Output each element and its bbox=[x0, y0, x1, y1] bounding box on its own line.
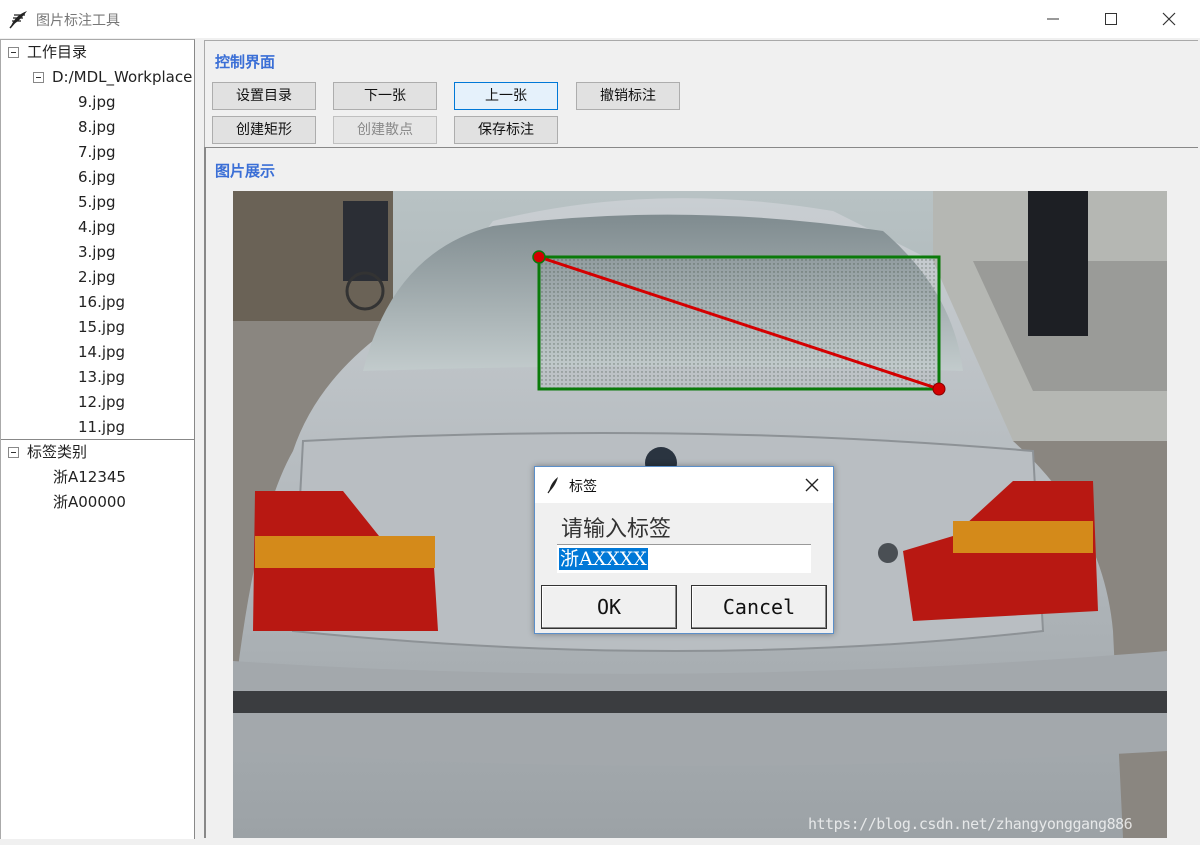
dialog-title: 标签 bbox=[569, 479, 597, 495]
file-item[interactable]: 3.jpg bbox=[78, 241, 116, 263]
file-item[interactable]: 13.jpg bbox=[78, 366, 125, 388]
tree-node-workdir[interactable]: 工作目录 bbox=[8, 41, 87, 63]
dialog-prompt: 请输入标签 bbox=[561, 517, 672, 542]
close-button[interactable] bbox=[1140, 0, 1198, 38]
close-icon bbox=[1162, 12, 1176, 26]
cancel-button[interactable]: Cancel bbox=[691, 585, 827, 629]
maximize-icon bbox=[1105, 13, 1117, 25]
file-item[interactable]: 4.jpg bbox=[78, 216, 116, 238]
feather-icon bbox=[547, 477, 558, 494]
collapse-icon[interactable] bbox=[8, 47, 19, 58]
watermark: https://blog.csdn.net/zhangyonggang886 bbox=[808, 815, 1133, 833]
tree-node-labels[interactable]: 标签类别 bbox=[8, 441, 87, 463]
file-item[interactable]: 11.jpg bbox=[78, 416, 125, 438]
tree-label: D:/MDL_Workplace bbox=[52, 68, 193, 86]
annotation-end-point[interactable] bbox=[932, 382, 946, 396]
file-item[interactable]: 12.jpg bbox=[78, 391, 125, 413]
file-item[interactable]: 2.jpg bbox=[78, 266, 116, 288]
previous-image-button[interactable]: 上一张 bbox=[454, 82, 558, 110]
tree-node-folder[interactable]: D:/MDL_Workplace bbox=[33, 66, 192, 88]
create-rectangle-button[interactable]: 创建矩形 bbox=[212, 116, 316, 144]
file-item[interactable]: 9.jpg bbox=[78, 91, 116, 113]
control-panel-title: 控制界面 bbox=[215, 53, 276, 71]
tree-label: 标签类别 bbox=[27, 443, 88, 461]
file-item[interactable]: 6.jpg bbox=[78, 166, 116, 188]
window-titlebar: 图片标注工具 bbox=[0, 0, 1200, 38]
label-input-field[interactable]: 浙AXXXX bbox=[557, 544, 811, 573]
label-item[interactable]: 浙A12345 bbox=[53, 466, 126, 488]
collapse-icon[interactable] bbox=[8, 447, 19, 458]
ok-button[interactable]: OK bbox=[541, 585, 677, 629]
file-item[interactable]: 16.jpg bbox=[78, 291, 125, 313]
file-tree[interactable]: 工作目录 D:/MDL_Workplace 9.jpg 8.jpg 7.jpg … bbox=[0, 39, 195, 839]
maximize-button[interactable] bbox=[1082, 0, 1140, 38]
image-panel-title: 图片展示 bbox=[215, 162, 276, 180]
label-item[interactable]: 浙A00000 bbox=[53, 491, 126, 513]
annotation-start-point[interactable] bbox=[532, 250, 546, 264]
minimize-icon bbox=[1047, 18, 1059, 20]
create-points-button[interactable]: 创建散点 bbox=[333, 116, 437, 144]
undo-annotation-button[interactable]: 撤销标注 bbox=[576, 82, 680, 110]
dialog-titlebar: 标签 bbox=[535, 467, 833, 503]
file-item[interactable]: 14.jpg bbox=[78, 341, 125, 363]
label-input-value: 浙AXXXX bbox=[559, 548, 648, 570]
label-input-dialog: 标签 请输入标签 浙AXXXX OK Cancel bbox=[534, 466, 834, 634]
minimize-button[interactable] bbox=[1024, 0, 1082, 38]
tree-divider bbox=[1, 439, 194, 440]
tree-label: 工作目录 bbox=[27, 43, 88, 61]
next-image-button[interactable]: 下一张 bbox=[333, 82, 437, 110]
set-directory-button[interactable]: 设置目录 bbox=[212, 82, 316, 110]
window-title: 图片标注工具 bbox=[36, 13, 120, 29]
file-item[interactable]: 5.jpg bbox=[78, 191, 116, 213]
collapse-icon[interactable] bbox=[33, 72, 44, 83]
file-item[interactable]: 8.jpg bbox=[78, 116, 116, 138]
save-annotation-button[interactable]: 保存标注 bbox=[454, 116, 558, 144]
dialog-close-icon[interactable] bbox=[801, 475, 823, 495]
file-item[interactable]: 7.jpg bbox=[78, 141, 116, 163]
file-item[interactable]: 15.jpg bbox=[78, 316, 125, 338]
feather-app-icon bbox=[9, 11, 27, 29]
